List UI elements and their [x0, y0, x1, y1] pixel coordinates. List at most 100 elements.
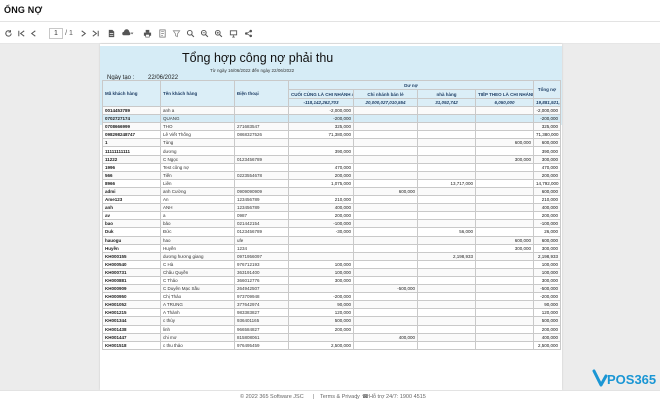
- customer-name-cell: Châu Quyền: [160, 267, 235, 277]
- table-row[interactable]: Duk Đức 0123456789 -30,000 56,000 26,000: [102, 227, 562, 237]
- search-icon[interactable]: [186, 27, 195, 40]
- page-setup-icon[interactable]: [158, 27, 167, 40]
- debt-branch-3-cell: [474, 284, 535, 294]
- footer: © 2022 365 Software JSC | Terms & Privac…: [0, 390, 660, 404]
- column-header-branch-restaurant[interactable]: nhà hàng: [417, 89, 476, 99]
- column-header-branch-4[interactable]: CUỐI CÙNG LÀ CHI NHÁNH 4: [288, 89, 354, 99]
- customer-code-cell: bao: [102, 219, 161, 229]
- table-row[interactable]: 098298248747 Lê Viết Thống 0868327526 71,38…: [102, 130, 562, 140]
- customer-code-cell: 0708666999: [102, 122, 161, 132]
- phone-cell: [234, 146, 289, 156]
- customer-code-cell: av: [102, 211, 161, 221]
- table-row[interactable]: KH001344 c thủy 936401165 500,000 500,000: [102, 316, 562, 326]
- table-row[interactable]: Huyền Huyền 1234 300,000 300,000: [102, 243, 562, 253]
- column-header-branch-3[interactable]: TIẾP THEO LÀ CHI NHÁNH 3: [474, 89, 535, 99]
- total-debt-cell: 26,000: [533, 227, 562, 237]
- column-header-phone[interactable]: Điện thoại: [234, 80, 289, 107]
- table-row[interactable]: KH001438 linh 966584827 200,000 200,000: [102, 324, 562, 334]
- debt-branch-restaurant-cell: [417, 146, 476, 156]
- table-row[interactable]: 0014453789 anh a -2,000,000 -2,000,000: [102, 105, 562, 116]
- table-row[interactable]: 0708666999 THO 271683547 325,000 325,000: [102, 122, 562, 132]
- debt-branch-4-cell: 300,000: [288, 275, 354, 286]
- phone-cell: 0123456789: [234, 154, 289, 164]
- zoom-in-icon[interactable]: [214, 27, 223, 40]
- customer-name-cell: A Thành: [160, 308, 235, 318]
- table-row[interactable]: KH000881 C Thảo 366012776 300,000 300,000: [102, 275, 562, 286]
- table-row[interactable]: anh ANH 123456789 400,000 400,000: [102, 203, 562, 213]
- customer-name-cell: Tùng: [160, 138, 235, 148]
- table-row[interactable]: av a 0987 200,000 200,000: [102, 211, 562, 221]
- table-row[interactable]: hauogu hao ufe 600,000 600,000: [102, 235, 562, 245]
- debt-branch-retail-cell: [353, 105, 418, 116]
- phone-cell: 966584827: [234, 324, 289, 334]
- customer-code-cell: KH000950: [102, 292, 161, 302]
- debt-branch-retail-cell: [353, 146, 418, 156]
- phone-cell: 936401165: [234, 316, 289, 326]
- column-header-branch-retail[interactable]: Chi nhánh bán lẻ: [353, 89, 418, 99]
- table-row[interactable]: KH000155 dương hương giang 0971956097 2,198…: [102, 251, 562, 261]
- table-row[interactable]: KH001215 A Thành 983383827 120,000 120,000: [102, 308, 562, 318]
- table-row[interactable]: KH000909 C Duyên Mạc Sầu 264942507 -500,000…: [102, 284, 562, 294]
- column-header-total[interactable]: Tổng nợ: [533, 80, 562, 99]
- next-page-icon[interactable]: [79, 27, 88, 40]
- debt-branch-restaurant-cell: [417, 340, 476, 350]
- table-row[interactable]: 0702727174 QUANG -200,000 -200,000: [102, 114, 562, 124]
- debt-branch-4-cell: 325,000: [288, 122, 354, 132]
- phone-cell: 0987: [234, 211, 289, 221]
- table-row[interactable]: 566 Tiến 0223554678 200,000 200,000: [102, 170, 562, 180]
- previous-page-icon[interactable]: [29, 27, 38, 40]
- zoom-out-icon[interactable]: [200, 27, 209, 40]
- table-row[interactable]: KH000950 Chị Thảo 973709948 -200,000 -200,00…: [102, 292, 562, 302]
- fullscreen-monitor-icon[interactable]: [228, 27, 238, 40]
- total-debt-cell: 71,380,000: [533, 130, 562, 140]
- grand-total: 19,881,921,091,59: [533, 98, 562, 107]
- table-row[interactable]: admi anh Cường 0909090909 600,000 600,000: [102, 186, 562, 197]
- table-row[interactable]: bao bảo 021442154 -100,000 -100,000: [102, 219, 562, 229]
- total-debt-cell: 500,000: [533, 316, 562, 326]
- debt-branch-4-cell: 71,380,000: [288, 130, 354, 140]
- save-dropdown-icon[interactable]: [121, 27, 135, 40]
- debt-branch-restaurant-cell: 13,717,000: [417, 178, 476, 188]
- table-row[interactable]: KH000540 C Hà 976712193 100,000 100,000: [102, 259, 562, 269]
- debt-branch-4-cell: -2,000,000: [288, 105, 354, 116]
- table-row[interactable]: 11222 C Ngọc 0123456789 300,000 300,000: [102, 154, 562, 164]
- debt-branch-retail-cell: [353, 178, 418, 188]
- total-branch-4: -118,142,262,703: [288, 98, 354, 107]
- page-number-input[interactable]: 1: [49, 28, 63, 39]
- table-row[interactable]: KH000731 Châu Quyền 363191400 100,000 100,00…: [102, 267, 562, 277]
- print-icon[interactable]: [143, 27, 152, 40]
- phone-cell: 0123456789: [234, 227, 289, 237]
- export-document-icon[interactable]: [107, 27, 116, 40]
- customer-name-cell: anh Cường: [160, 186, 235, 197]
- total-debt-cell: 14,792,000: [533, 178, 562, 188]
- customer-code-cell: KH001438: [102, 324, 161, 334]
- last-page-icon[interactable]: [91, 27, 100, 40]
- filter-icon[interactable]: [172, 27, 181, 40]
- debt-branch-retail-cell: [353, 275, 418, 286]
- refresh-icon[interactable]: [3, 27, 13, 40]
- column-header-code[interactable]: Mã khách hàng: [102, 80, 161, 107]
- table-row[interactable]: Ame123 An 123456789 210,000 210,000: [102, 195, 562, 205]
- table-row[interactable]: 1 Tùng 600,000 600,000: [102, 138, 562, 148]
- table-row[interactable]: 8966 Liên 1,075,000 13,717,000 14,792,000: [102, 178, 562, 188]
- table-row[interactable]: KH001518 c thu thảo 976495459 2,500,000 2,50…: [102, 340, 562, 350]
- total-debt-cell: -2,000,000: [533, 105, 562, 116]
- column-group-debt: Dư nợ: [287, 80, 535, 90]
- table-row[interactable]: KH001052 A TRUNG 377642974 90,000 90,000: [102, 300, 562, 310]
- table-row[interactable]: 1996 Test công nợ 470,000 470,000: [102, 162, 562, 172]
- debt-branch-4-cell: [288, 251, 354, 261]
- total-debt-cell: -500,000: [533, 284, 562, 294]
- customer-name-cell: chi mơ: [160, 332, 235, 342]
- debt-branch-retail-cell: [353, 308, 418, 318]
- column-header-name[interactable]: Tên khách hàng: [160, 80, 235, 107]
- footer-terms-link[interactable]: Terms & Privacy: [320, 394, 360, 400]
- app-root: ỔNG NỢ 1 / 1 Tổng hợp công nợ phải thu T…: [0, 0, 660, 404]
- share-icon[interactable]: [244, 27, 253, 40]
- table-row[interactable]: KH001447 chi mơ 815808061 400,000 400,000: [102, 332, 562, 342]
- first-page-icon[interactable]: [17, 27, 26, 40]
- phone-cell: 021442154: [234, 219, 289, 229]
- total-debt-cell: 600,000: [533, 235, 562, 245]
- debt-branch-4-cell: 390,000: [288, 146, 354, 156]
- report-viewer[interactable]: Tổng hợp công nợ phải thu Từ ngày 16/06/…: [0, 44, 660, 390]
- table-row[interactable]: 11111111111 dương 390,000 390,000: [102, 146, 562, 156]
